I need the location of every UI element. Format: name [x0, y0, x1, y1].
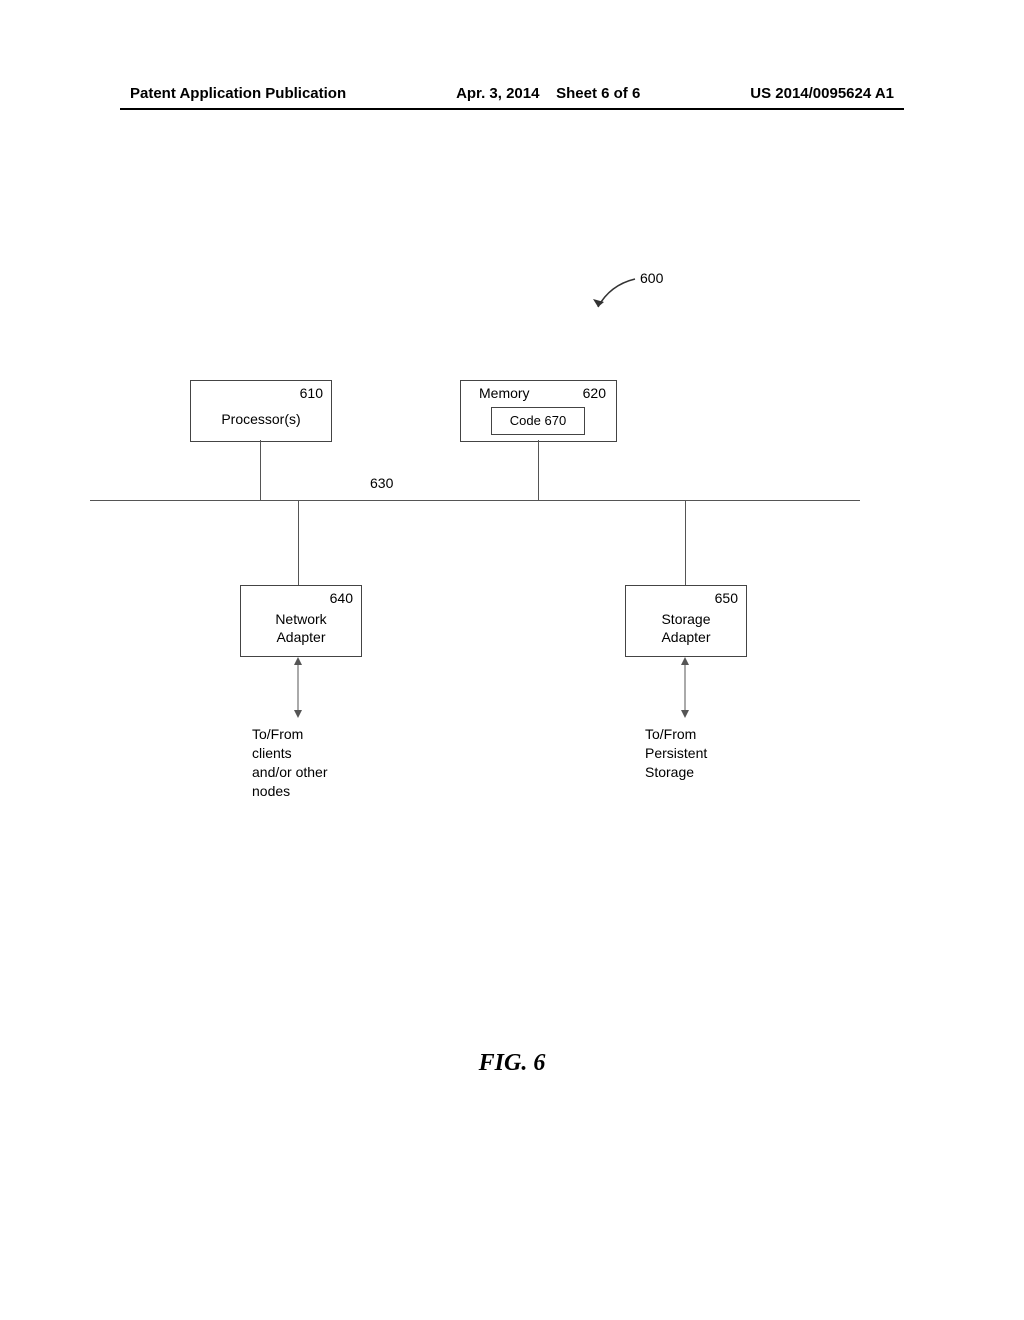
storage-note-1: To/From [645, 726, 696, 742]
page-header: Patent Application Publication Apr. 3, 2… [0, 85, 1024, 102]
storage-note: To/From Persistent Storage [645, 725, 707, 782]
ref-650: 650 [715, 590, 738, 606]
bus-to-network [298, 500, 299, 585]
storage-io-arrow [679, 655, 691, 720]
storage-label2: Adapter [661, 629, 710, 645]
network-note-1: To/From [252, 726, 303, 742]
storage-label1: Storage [661, 611, 710, 627]
ref-670: 670 [545, 413, 567, 428]
processor-box: 610 Processor(s) [190, 380, 332, 442]
code-box: Code 670 [491, 407, 585, 435]
ref-620: 620 [583, 385, 606, 401]
network-note: To/From clients and/or other nodes [252, 725, 328, 801]
bus-line [90, 500, 860, 501]
code-label: Code [510, 413, 541, 428]
storage-note-2: Persistent [645, 745, 707, 761]
network-label2: Adapter [276, 629, 325, 645]
header-center: Apr. 3, 2014 Sheet 6 of 6 [456, 85, 640, 102]
ref-630: 630 [370, 475, 393, 491]
arrow-600 [590, 275, 650, 315]
memory-to-bus [538, 440, 539, 500]
memory-label: Memory [479, 385, 530, 401]
network-note-2: clients [252, 745, 292, 761]
network-note-3: and/or other [252, 764, 328, 780]
diagram-600: 600 610 Processor(s) Memory 620 Code 670… [120, 270, 900, 970]
processor-label: Processor(s) [191, 411, 331, 427]
bus-to-storage [685, 500, 686, 585]
ref-640: 640 [330, 590, 353, 606]
ref-610: 610 [300, 385, 323, 401]
processor-to-bus [260, 440, 261, 500]
network-label1: Network [275, 611, 326, 627]
network-note-4: nodes [252, 783, 290, 799]
memory-box: Memory 620 Code 670 [460, 380, 617, 442]
header-sheet: Sheet 6 of 6 [556, 85, 640, 102]
header-left: Patent Application Publication [130, 85, 346, 102]
storage-note-3: Storage [645, 764, 694, 780]
storage-box: 650 Storage Adapter [625, 585, 747, 657]
network-io-arrow [292, 655, 304, 720]
header-date: Apr. 3, 2014 [456, 85, 539, 102]
figure-caption: FIG. 6 [0, 1050, 1024, 1077]
network-box: 640 Network Adapter [240, 585, 362, 657]
header-rule [120, 108, 904, 110]
header-right: US 2014/0095624 A1 [750, 85, 894, 102]
